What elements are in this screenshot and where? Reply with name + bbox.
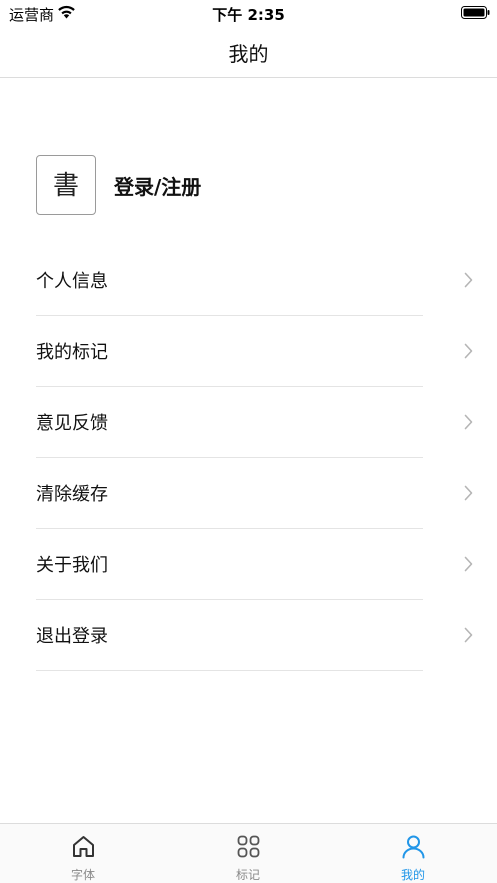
divider [36, 670, 423, 671]
menu-item-personal-info[interactable]: 个人信息 [36, 245, 497, 316]
tab-bar: 字体 标记 我的 [0, 823, 497, 883]
menu-item-my-marks[interactable]: 我的标记 [36, 316, 497, 387]
avatar[interactable]: 書 [36, 155, 96, 215]
menu-item-label: 我的标记 [36, 342, 108, 363]
menu-item-label: 清除缓存 [36, 484, 108, 505]
tab-marks[interactable]: 标记 [188, 824, 308, 883]
tab-label: 我的 [400, 868, 425, 882]
tab-fonts[interactable]: 字体 [23, 824, 143, 883]
battery-icon [461, 6, 490, 19]
tab-label: 标记 [235, 868, 260, 882]
status-bar: 运营商 下午 2:35 [0, 0, 497, 26]
menu-item-logout[interactable]: 退出登录 [36, 600, 497, 671]
menu-item-clear-cache[interactable]: 清除缓存 [36, 458, 497, 529]
menu-item-label: 个人信息 [36, 271, 108, 292]
menu-item-feedback[interactable]: 意见反馈 [36, 387, 497, 458]
page-title: 我的 [228, 42, 269, 66]
chevron-right-icon [464, 414, 473, 430]
tab-mine[interactable]: 我的 [353, 824, 473, 883]
menu-item-about-us[interactable]: 关于我们 [36, 529, 497, 600]
screen: 运营商 下午 2:35 我的 書 登录/注册 个人信息 我的标记 意见反馈 清除… [0, 0, 497, 883]
menu-item-label: 关于我们 [36, 555, 108, 576]
tab-label: 字体 [70, 868, 95, 882]
home-icon [73, 836, 94, 857]
settings-menu: 个人信息 我的标记 意见反馈 清除缓存 关于我们 退出登录 [36, 245, 497, 671]
navigation-bar: 我的 [0, 26, 497, 78]
svg-text:書: 書 [53, 171, 79, 201]
chevron-right-icon [464, 272, 473, 288]
person-icon [402, 835, 425, 859]
profile-header[interactable]: 書 登录/注册 [36, 155, 456, 215]
login-register-link[interactable]: 登录/注册 [114, 171, 201, 200]
status-time: 下午 2:35 [212, 6, 285, 24]
chevron-right-icon [464, 343, 473, 359]
menu-item-label: 退出登录 [36, 626, 108, 647]
menu-item-label: 意见反馈 [36, 413, 108, 434]
calligraphy-logo-icon: 書 [53, 171, 79, 201]
chevron-right-icon [464, 556, 473, 572]
chevron-right-icon [464, 485, 473, 501]
chevron-right-icon [464, 627, 473, 643]
grid-icon [237, 835, 260, 858]
